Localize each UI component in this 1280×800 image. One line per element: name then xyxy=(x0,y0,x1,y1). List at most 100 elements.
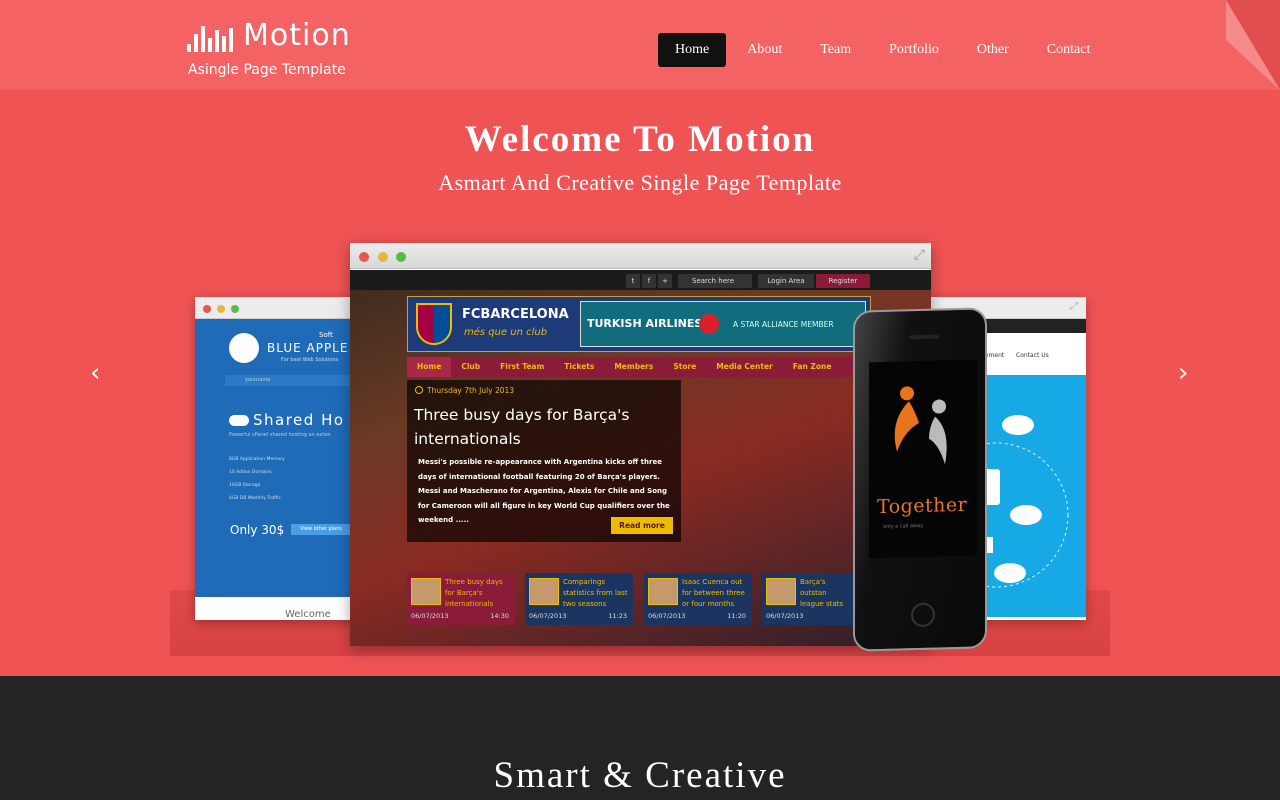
nav-contact[interactable]: Contact xyxy=(1030,33,1108,67)
club-motto: més que un club xyxy=(464,327,548,338)
minimize-dot xyxy=(217,305,225,313)
shared-hosting-heading: Shared Ho xyxy=(253,411,345,429)
phone-home-button xyxy=(911,602,935,628)
club-nav-item: Club xyxy=(461,362,481,371)
news-thumb: Barça's outstan league stats 06/07/2013 xyxy=(762,573,854,625)
main-nav: Home About Team Portfolio Other Contact xyxy=(658,33,1111,67)
club-nav-item: Members xyxy=(614,362,654,371)
mockup-login: Login Area xyxy=(758,274,814,288)
view-plans-button: View other plans xyxy=(291,524,351,535)
hosting-features: 8GB Application Memory 10 Addon Domains … xyxy=(229,453,285,505)
mockup-register: Register xyxy=(816,274,870,288)
maximize-dot xyxy=(396,252,406,262)
slider-prev-arrow[interactable]: ‹ xyxy=(90,358,100,388)
apple-logo-icon xyxy=(229,333,259,363)
news-thumb: Comparings statistics from last two seas… xyxy=(525,573,633,625)
thumb-title: Barça's outstan league stats xyxy=(800,578,844,608)
feature-item: 8GB Application Memory xyxy=(229,457,285,462)
news-thumb: Three busy days for Barça's internationa… xyxy=(407,573,515,625)
thumb-meta: 06/07/2013 11:23 xyxy=(529,612,631,620)
together-logo-icon xyxy=(894,386,947,465)
phone-app-name: Together xyxy=(877,493,968,519)
hero-section: Welcome To Motion Asmart And Creative Si… xyxy=(0,90,1280,676)
site-header: Motion Asingle Page Template Home About … xyxy=(0,0,1280,90)
feature-item: 10GB Storage xyxy=(229,483,261,488)
news-date: Thursday 7th July 2013 xyxy=(427,386,515,395)
featured-news-card: Thursday 7th July 2013 Three busy days f… xyxy=(407,380,681,542)
logo-title: Motion xyxy=(243,18,351,53)
twitter-icon: t xyxy=(626,274,640,288)
thumb-image xyxy=(529,578,559,605)
club-header: FCBARCELONA més que un club TURKISH AIRL… xyxy=(407,296,871,352)
phone-app-tagline: only a call away xyxy=(883,522,924,530)
expand-icon: ⤢ xyxy=(913,247,925,263)
thumb-date: 06/07/2013 xyxy=(648,612,686,620)
equalizer-icon xyxy=(187,20,237,52)
phone-mockup: Together only a call away xyxy=(853,307,987,652)
minimize-dot xyxy=(378,252,388,262)
cloud-icon xyxy=(229,415,249,426)
thumb-image xyxy=(648,578,678,605)
logo-tagline: Asingle Page Template xyxy=(188,62,346,78)
thumb-time: 11:20 xyxy=(727,612,746,620)
sponsor-banner: TURKISH AIRLINES A STAR ALLIANCE MEMBER xyxy=(580,301,866,347)
nav-home[interactable]: Home xyxy=(658,33,727,67)
club-name: FCBARCELONA xyxy=(462,307,569,322)
slider-next-arrow[interactable]: › xyxy=(1178,358,1188,388)
nav-portfolio[interactable]: Portfolio xyxy=(872,33,956,67)
section-title: Smart & Creative xyxy=(493,755,787,796)
club-nav-item: Fan Zone xyxy=(792,362,832,371)
thumb-date: 06/07/2013 xyxy=(411,612,449,620)
club-nav-item: Media Center xyxy=(716,362,773,371)
thumb-image xyxy=(411,578,441,605)
mockup-nav-payment: yment xyxy=(985,352,1005,359)
page-corner-fold xyxy=(1226,0,1280,90)
mockup-nav-contact: Contact Us xyxy=(1016,352,1049,359)
blue-apple-tagline: For best Web Solutions xyxy=(281,357,339,363)
club-nav-item: Store xyxy=(673,362,697,371)
hosting-description: Powerful cPanel shared hosting an exten xyxy=(229,432,331,438)
phone-screen: Together only a call away xyxy=(869,359,977,559)
club-crest-icon xyxy=(416,303,452,345)
news-title: Three busy days for Barça's internationa… xyxy=(414,406,630,448)
close-dot xyxy=(359,252,369,262)
sponsor-alliance: A STAR ALLIANCE MEMBER xyxy=(733,320,834,329)
news-thumbnails: Three busy days for Barça's internationa… xyxy=(407,573,907,625)
thumb-meta: 06/07/2013 14:30 xyxy=(411,612,513,620)
thumb-title: Comparings statistics from last two seas… xyxy=(563,578,628,608)
thumb-title: Isaac Cuenca out for between three or fo… xyxy=(682,578,745,608)
thumb-time: 14:30 xyxy=(490,612,509,620)
close-dot xyxy=(203,305,211,313)
read-more-button: Read more xyxy=(611,517,673,534)
thumb-image xyxy=(766,578,796,605)
barcelona-site-preview: t f + Search here Login Area Register FC… xyxy=(350,270,931,646)
hero-subtitle: Asmart And Creative Single Page Template xyxy=(438,170,842,195)
hero-title: Welcome To Motion xyxy=(464,119,816,160)
blue-apple-brand: BLUE APPLE xyxy=(267,341,349,355)
mockup-utility-bar: t f + Search here Login Area Register xyxy=(350,270,931,290)
maximize-dot xyxy=(231,305,239,313)
main-browser-mockup: ⤢ t f + Search here Login Area Register … xyxy=(350,243,931,646)
nav-team[interactable]: Team xyxy=(803,33,868,67)
plus-icon: + xyxy=(658,274,672,288)
club-nav-item: Tickets xyxy=(564,362,595,371)
browser-titlebar: ⤢ xyxy=(350,243,931,269)
thumb-time: 11:23 xyxy=(608,612,627,620)
club-nav: Home Club First Team Tickets Members Sto… xyxy=(407,357,871,377)
mockup-search: Search here xyxy=(678,274,752,288)
thumb-date: 06/07/2013 xyxy=(766,612,804,620)
club-nav-item: First Team xyxy=(500,362,545,371)
phone-speaker xyxy=(909,334,939,340)
blue-apple-soft: Soft xyxy=(319,331,333,339)
thumb-title: Three busy days for Barça's internationa… xyxy=(445,578,503,608)
clock-icon xyxy=(415,386,423,394)
sponsor-name: TURKISH AIRLINES xyxy=(587,317,703,330)
club-nav-item: Home xyxy=(407,357,452,377)
facebook-icon: f xyxy=(642,274,656,288)
thumb-date: 06/07/2013 xyxy=(529,612,567,620)
feature-item: 4GB DB Monthly Traffic xyxy=(229,496,281,501)
expand-icon: ⤢ xyxy=(1070,301,1078,312)
nav-about[interactable]: About xyxy=(730,33,799,67)
nav-other[interactable]: Other xyxy=(960,33,1026,67)
mockup-search-input: yourname xyxy=(225,375,355,386)
